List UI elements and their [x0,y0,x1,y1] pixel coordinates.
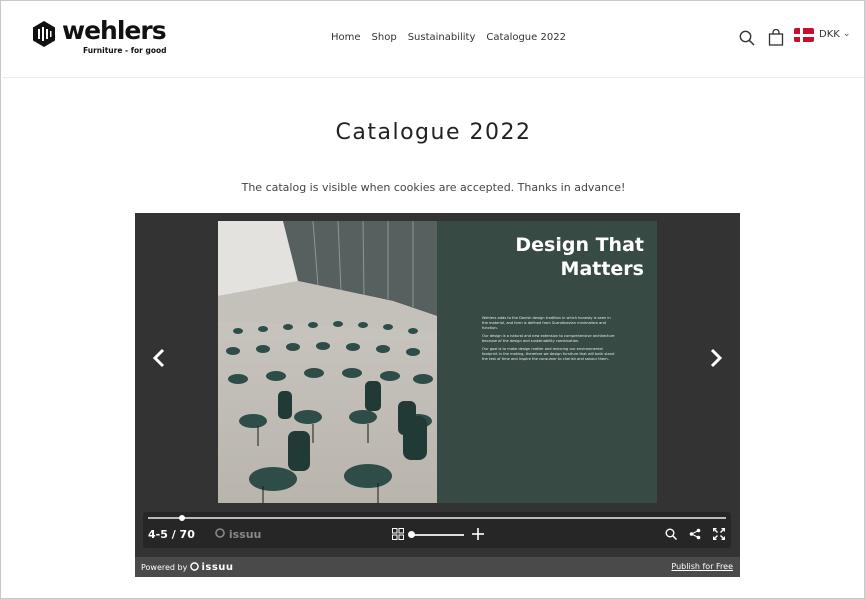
spread-title: Design That Matters [515,233,644,281]
powered-by[interactable]: Powered by issuu [141,562,234,573]
publish-for-free-link[interactable]: Publish for Free [671,562,733,571]
nav-catalogue-2022[interactable]: Catalogue 2022 [486,32,566,43]
grid-view-icon[interactable] [392,528,404,540]
bag-icon[interactable] [768,29,784,46]
chevron-down-icon[interactable]: ⌄ [843,29,851,39]
fullscreen-icon[interactable] [713,528,725,540]
issuu-logo[interactable]: issuu [215,528,261,541]
logo-tagline: Furniture - for good [83,46,167,55]
page-progress-track[interactable] [148,517,726,519]
next-page-arrow-icon[interactable] [705,347,725,369]
previous-page-arrow-icon[interactable] [150,347,170,369]
viewer-footer: Powered by issuu Publish for Free [135,557,740,577]
search-icon[interactable] [739,30,755,46]
zoom-slider-track[interactable] [411,534,464,536]
spread-paragraph: Our goal is to make design matter and re… [482,347,615,361]
browser-frame: wehlers Furniture - for good Home Shop S… [0,0,865,599]
spread-paragraph: Wehlers adds to the Danish design tradit… [482,316,611,330]
catalogue-page-photo [218,221,437,503]
issuu-viewer: Design That Matters Wehlers adds to the … [135,213,740,577]
powered-by-brand: issuu [201,562,234,573]
issuu-mark-icon [215,528,225,538]
spread-title-line-2: Matters [560,258,644,280]
wehlers-logo-mark [33,21,55,47]
chairs-photo [218,221,437,503]
nav-shop[interactable]: Shop [372,32,397,43]
share-icon[interactable] [689,528,701,540]
catalogue-page-text: Design That Matters Wehlers adds to the … [437,221,657,503]
spread-body: Wehlers adds to the Danish design tradit… [482,316,616,365]
site-header: wehlers Furniture - for good Home Shop S… [2,2,864,78]
zoom-in-icon[interactable] [472,528,484,540]
issuu-logo-text: issuu [228,528,262,541]
nav-home[interactable]: Home [331,32,361,43]
main-nav: Home Shop Sustainability Catalogue 2022 [331,32,566,43]
page-indicator: 4-5 / 70 [148,528,195,541]
issuu-mark-icon [190,562,199,571]
currency-selector[interactable]: DKK [819,29,840,40]
nav-sustainability[interactable]: Sustainability [408,32,476,43]
zoom-slider-handle[interactable] [408,531,415,538]
powered-by-text: Powered by [141,563,188,572]
wehlers-logo[interactable]: wehlers Furniture - for good [33,16,167,59]
spread-title-line-1: Design That [515,234,644,256]
spread-paragraph: Our design is a natural and new extensio… [482,334,615,343]
cookie-notice: The catalog is visible when cookies are … [241,181,626,194]
viewer-controls: 4-5 / 70 issuu [143,512,731,548]
denmark-flag-icon[interactable] [794,28,814,42]
logo-wordmark: wehlers [62,16,167,45]
page-progress-handle[interactable] [179,515,185,521]
search-icon[interactable] [665,528,677,540]
page-title: Catalogue 2022 [335,120,532,145]
